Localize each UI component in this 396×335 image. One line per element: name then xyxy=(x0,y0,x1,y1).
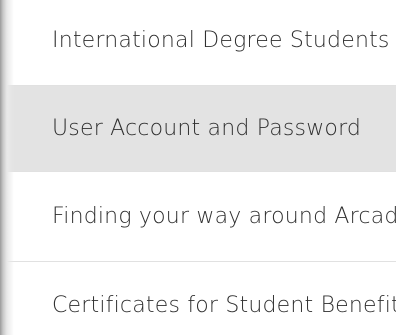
menu-item-user-account-and-password[interactable]: User Account and Password xyxy=(0,86,396,172)
menu-item-label: Finding your way around Arcada xyxy=(52,204,396,229)
menu-item-certificates-for-student-benefits[interactable]: Certificates for Student Benefits xyxy=(0,262,396,335)
menu-item-label: Certificates for Student Benefits xyxy=(52,292,396,318)
navigation-menu: International Degree Students User Accou… xyxy=(0,0,396,335)
menu-item-label: International Degree Students xyxy=(52,28,390,53)
menu-item-label: User Account and Password xyxy=(52,116,362,141)
menu-item-international-degree-students[interactable]: International Degree Students xyxy=(0,0,396,86)
side-navigation-panel: International Degree Students User Accou… xyxy=(0,0,396,335)
menu-item-finding-your-way-around[interactable]: Finding your way around Arcada xyxy=(0,172,396,262)
